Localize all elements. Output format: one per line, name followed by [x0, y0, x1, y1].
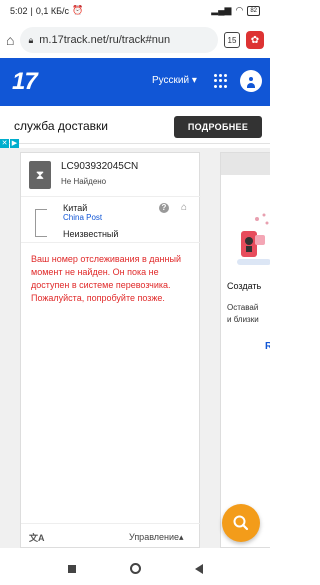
adchoices-icon[interactable]: ✕ ▶: [0, 139, 19, 148]
extension-icon[interactable]: ✿: [246, 31, 264, 49]
recents-icon[interactable]: [67, 564, 76, 573]
tracking-number: LC903932045CN: [61, 161, 139, 172]
tracking-summary[interactable]: ⧗ LC903932045CN Не Найдено: [21, 153, 201, 197]
side-panel: Создать Оставай и близки R: [220, 152, 270, 548]
hourglass-icon: ⧗: [29, 161, 51, 189]
create-heading: Создать: [227, 281, 262, 291]
tracking-card: ⧗ LC903932045CN Не Найдено Китай China P…: [20, 152, 201, 549]
ad-banner[interactable]: служба доставки ПОДРОБНЕЕ: [0, 108, 270, 144]
site-header: 17 Русский ▾: [0, 58, 270, 106]
wifi-icon: ◠: [235, 5, 244, 15]
back-icon[interactable]: [194, 563, 203, 574]
translate-icon[interactable]: 文A: [29, 531, 45, 544]
url-text: m.17track.net/ru/track#nun: [39, 34, 171, 46]
home-icon[interactable]: [129, 563, 141, 574]
side-panel-text-2: и близки: [227, 315, 259, 324]
search-fab-button[interactable]: [222, 504, 260, 542]
carrier-row: Китай China Post Неизвестный ? ⌂: [21, 197, 201, 243]
destination-country: Неизвестный: [63, 229, 119, 239]
manage-dropdown[interactable]: Управление▴: [129, 532, 184, 543]
not-found-message: Ваш номер отслеживания в данный момент н…: [31, 254, 181, 303]
ad-text: служба доставки: [14, 119, 108, 133]
apps-grid-icon[interactable]: [214, 74, 228, 88]
address-bar[interactable]: 🔒︎ m.17track.net/ru/track#nun: [20, 27, 218, 53]
tab-switcher-button[interactable]: 15: [224, 32, 240, 48]
lock-icon: 🔒︎: [28, 34, 34, 45]
search-icon: [233, 515, 249, 531]
user-avatar-icon[interactable]: [240, 70, 262, 92]
tracking-status: Не Найдено: [61, 177, 107, 186]
side-panel-header: [221, 153, 270, 175]
status-bar: 5:02 | 0,1 КБ/с ⏰ ▂▄▆ ◠ 82: [0, 0, 270, 22]
clock-time: 5:02: [10, 5, 28, 16]
side-panel-link[interactable]: R: [265, 341, 270, 352]
battery-icon: 82: [247, 5, 260, 16]
ad-more-button[interactable]: ПОДРОБНЕЕ: [174, 116, 262, 138]
network-speed: 0,1 КБ/с: [35, 5, 70, 16]
signal-icon: ▂▄▆: [211, 5, 232, 15]
carrier-link[interactable]: China Post: [63, 213, 102, 222]
home-button-icon[interactable]: ⌂: [6, 32, 14, 48]
illustration-icon: [237, 213, 270, 265]
carrier-home-icon[interactable]: ⌂: [181, 202, 187, 213]
system-nav-bar: [0, 552, 270, 585]
side-panel-text-1: Оставай: [227, 303, 259, 312]
card-footer: 文A Управление▴: [21, 523, 201, 549]
help-icon[interactable]: ?: [159, 203, 169, 213]
language-selector[interactable]: Русский ▾: [152, 75, 197, 86]
origin-country: Китай: [63, 203, 88, 213]
route-bracket-icon: [35, 209, 47, 237]
site-logo[interactable]: 17: [12, 68, 38, 96]
alarm-icon: ⏰: [72, 5, 84, 15]
browser-toolbar: ⌂ 🔒︎ m.17track.net/ru/track#nun 15 ✿: [0, 22, 270, 58]
